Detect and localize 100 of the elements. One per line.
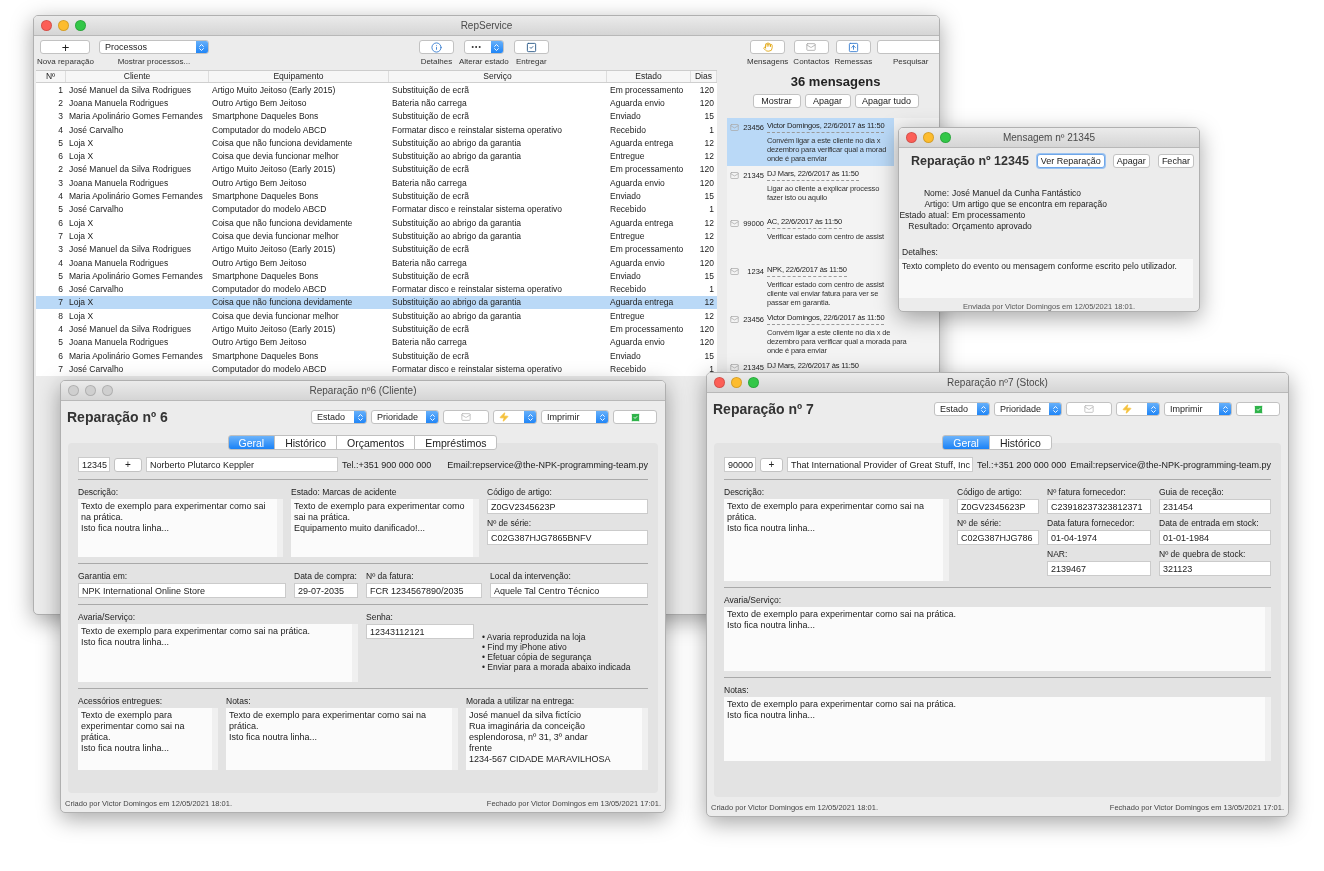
zoom-button[interactable] bbox=[102, 385, 113, 396]
button-caption: Mensagens bbox=[747, 57, 789, 66]
text-field[interactable]: FCR 1234567890/2035 bbox=[366, 583, 482, 598]
table-cell-text: Joana Manuela Rodrigues bbox=[68, 97, 170, 108]
close-button[interactable] bbox=[906, 132, 917, 143]
column-header[interactable]: Cliente bbox=[66, 71, 209, 82]
confirm-button[interactable] bbox=[613, 410, 657, 424]
text-area[interactable]: Texto de exemplo para experimentar como sai na prática. Equipamento muito danificado!... bbox=[291, 499, 479, 557]
confirm-button[interactable] bbox=[1236, 402, 1280, 416]
button-caption: Remessas bbox=[834, 57, 873, 66]
customer-id-field[interactable]: 12345 bbox=[78, 457, 110, 472]
text-field[interactable]: 01-01-1984 bbox=[1159, 530, 1271, 545]
minimize-button[interactable] bbox=[731, 377, 742, 388]
column-header[interactable]: Serviço bbox=[389, 71, 607, 82]
new-repair-button[interactable]: + bbox=[40, 40, 91, 54]
tab[interactable]: Empréstimos bbox=[414, 435, 498, 450]
text-field[interactable]: 2139467 bbox=[1047, 561, 1151, 576]
column-header[interactable]: Nº bbox=[36, 71, 66, 82]
close-button[interactable] bbox=[68, 385, 79, 396]
column-header[interactable]: Dias bbox=[691, 71, 717, 82]
mail-button[interactable] bbox=[1066, 402, 1112, 416]
table-cell-text: Smartphone Daqueles Bons bbox=[211, 270, 320, 281]
text-field[interactable]: NPK International Online Store bbox=[78, 583, 286, 598]
text-field[interactable]: Z0GV2345623P bbox=[957, 499, 1039, 514]
push-button[interactable]: Apagar bbox=[1112, 154, 1150, 168]
text-area[interactable]: Texto de exemplo para experimentar como sai na prática. Isto fica noutra linha... bbox=[78, 624, 358, 682]
search-field[interactable] bbox=[877, 40, 939, 54]
column-header[interactable]: Estado bbox=[607, 71, 691, 82]
field-label: Notas: bbox=[724, 685, 750, 695]
minimize-button[interactable] bbox=[923, 132, 934, 143]
minimize-button[interactable] bbox=[85, 385, 96, 396]
window-title: Reparação nº7 (Stock) bbox=[947, 377, 1048, 388]
table-cell-text: 120 bbox=[698, 164, 715, 175]
text-field[interactable]: 12343112121 bbox=[366, 624, 474, 639]
popup-button[interactable]: Estado bbox=[311, 410, 367, 424]
minimize-button[interactable] bbox=[58, 20, 69, 31]
state-popup[interactable] bbox=[463, 40, 504, 54]
popup-button[interactable]: Prioridade bbox=[994, 402, 1062, 416]
table-cell-text: 8 bbox=[57, 310, 64, 321]
column-header[interactable]: Equipamento bbox=[209, 71, 389, 82]
flash-popup[interactable] bbox=[493, 410, 537, 424]
tab[interactable]: Orçamentos bbox=[336, 435, 416, 450]
push-button[interactable]: Fechar bbox=[1157, 154, 1194, 168]
contacts-button[interactable] bbox=[793, 40, 829, 54]
close-button[interactable] bbox=[41, 20, 52, 31]
text-area[interactable]: Texto de exemplo para experimentar como sai na prática. Isto fica noutra linha... bbox=[78, 708, 218, 770]
push-button[interactable]: Ver Reparação bbox=[1036, 154, 1105, 168]
table-cell-text: Entregue bbox=[609, 151, 646, 162]
tab[interactable]: Histórico bbox=[988, 435, 1052, 450]
add-button[interactable]: + bbox=[114, 457, 142, 472]
field-label: Data fatura fornecedor: bbox=[1047, 518, 1136, 528]
table-cell-text: Smartphone Daqueles Bons bbox=[211, 350, 320, 361]
stepper-icon bbox=[977, 403, 989, 415]
tab[interactable]: Histórico bbox=[274, 435, 338, 450]
customer-name-field[interactable]: Norberto Plutarco Keppler bbox=[146, 457, 338, 472]
shipments-button[interactable] bbox=[835, 40, 871, 54]
close-button[interactable] bbox=[714, 377, 725, 388]
add-button[interactable]: + bbox=[760, 457, 783, 472]
text-area[interactable]: Texto de exemplo para experimentar como sai na prática. Isto fica noutra linha... bbox=[724, 607, 1271, 671]
table-cell-text: 2 bbox=[57, 164, 64, 175]
button-caption: Alterar estado bbox=[458, 57, 509, 66]
customer-id-field[interactable]: 90000 bbox=[724, 457, 756, 472]
text-field[interactable]: Aquele Tal Centro Técnico bbox=[490, 583, 648, 598]
popup-button[interactable]: Prioridade bbox=[371, 410, 439, 424]
stepper-icon bbox=[1049, 403, 1061, 415]
push-button[interactable]: Mostrar bbox=[752, 94, 801, 108]
text-area[interactable]: José manuel da silva fictício Rua imaginária da conceição esplendorosa, nº 31, 3º andar frente 1234-567 CIDADE MARAVILHOSA bbox=[466, 708, 648, 770]
customer-name-field[interactable]: That International Provider of Great Stuff, Inc bbox=[786, 457, 973, 472]
details-button[interactable] bbox=[418, 40, 454, 54]
text-area[interactable]: Texto de exemplo para experimentar como sai na prática. Isto fica noutra linha... bbox=[226, 708, 458, 770]
text-area[interactable]: Texto de exemplo para experimentar como sai na prática. Isto fica noutra linha... bbox=[724, 697, 1271, 761]
push-button[interactable]: Apagar bbox=[804, 94, 851, 108]
popup-button[interactable]: Imprimir bbox=[1164, 402, 1232, 416]
text-area[interactable]: Texto de exemplo para experimentar como sai na prática. Isto fica noutra linha... bbox=[724, 499, 949, 581]
text-field[interactable]: C02G387HJG786 bbox=[957, 530, 1039, 545]
text-field[interactable]: 321123 bbox=[1159, 561, 1271, 576]
zoom-button[interactable] bbox=[940, 132, 951, 143]
text-field[interactable]: Z0GV2345623P bbox=[487, 499, 648, 514]
table-cell-text: 120 bbox=[698, 97, 715, 108]
mail-button[interactable] bbox=[443, 410, 489, 424]
push-button[interactable]: Apagar tudo bbox=[854, 94, 919, 108]
text-field[interactable]: C02G387HJG7865BNFV bbox=[487, 530, 648, 545]
field-label: Local da intervenção: bbox=[490, 571, 572, 581]
stepper-icon bbox=[490, 41, 503, 53]
flash-popup[interactable] bbox=[1116, 402, 1160, 416]
text-field[interactable]: 01-04-1974 bbox=[1047, 530, 1151, 545]
zoom-button[interactable] bbox=[748, 377, 759, 388]
text-field[interactable]: C23918237323812371 bbox=[1047, 499, 1151, 514]
text-field[interactable]: 29-07-2035 bbox=[294, 583, 358, 598]
deliver-button[interactable] bbox=[513, 40, 549, 54]
text-field[interactable]: 231454 bbox=[1159, 499, 1271, 514]
field-label: Resultado: bbox=[907, 221, 949, 231]
popup-button[interactable]: Imprimir bbox=[541, 410, 609, 424]
table-cell-text: 12 bbox=[703, 297, 715, 308]
text-area[interactable]: Texto de exemplo para experimentar como sai na prática. Isto fica noutra linha... bbox=[78, 499, 283, 557]
zoom-button[interactable] bbox=[75, 20, 86, 31]
table-cell-text: 5 bbox=[57, 270, 64, 281]
popup-button[interactable]: Estado bbox=[934, 402, 990, 416]
process-popup[interactable]: Processos bbox=[98, 40, 209, 54]
messages-button[interactable] bbox=[750, 40, 786, 54]
